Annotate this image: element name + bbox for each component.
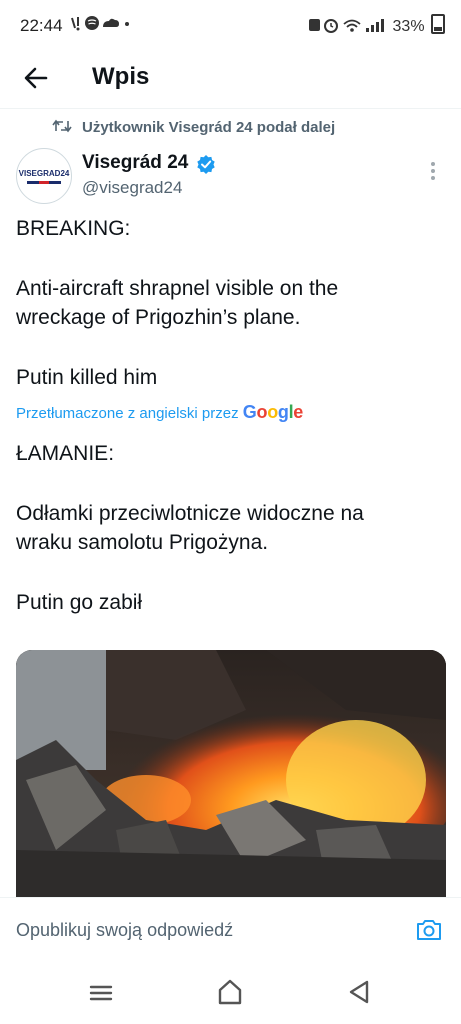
- dot: [431, 162, 435, 166]
- avatar[interactable]: VISEGRAD24: [16, 148, 72, 204]
- dot: [431, 176, 435, 180]
- battery-icon: [431, 14, 445, 34]
- home-icon: [218, 979, 242, 1005]
- reply-input[interactable]: Opublikuj swoją odpowiedź: [16, 920, 233, 941]
- camera-button[interactable]: [415, 916, 443, 944]
- back-button[interactable]: [18, 60, 54, 96]
- recent-apps-button[interactable]: [88, 981, 114, 1005]
- menu-icon: [89, 985, 113, 1001]
- page-title: Wpis: [92, 63, 150, 90]
- post-text-breaking: BREAKING:: [16, 217, 131, 240]
- author-handle[interactable]: @visegrad24: [82, 178, 182, 198]
- top-bar: Wpis: [0, 50, 461, 109]
- system-back-button[interactable]: [345, 977, 373, 1007]
- post-translation-line: Odłamki przeciwlotnicze widoczne na: [16, 502, 364, 525]
- post-translation-line: ŁAMANIE:: [16, 442, 115, 465]
- translation-attribution[interactable]: Przetłumaczone z angielski przez Google: [16, 402, 303, 423]
- post-translation-line: Putin go zabił: [16, 591, 143, 614]
- repost-icon: [52, 119, 74, 136]
- more-options-button[interactable]: [426, 160, 440, 184]
- avatar-label: VISEGRAD24: [18, 169, 70, 178]
- system-nav-bar: [0, 967, 461, 1024]
- arrow-left-icon: [24, 67, 48, 89]
- post-text-line: wreckage of Prigozhin’s plane.: [16, 306, 301, 329]
- author-name[interactable]: Visegrád 24: [82, 152, 188, 174]
- translation-label: Przetłumaczone z angielski przez: [16, 405, 239, 422]
- status-bar: 22:44 33%: [0, 0, 461, 50]
- post-text-line: Anti-aircraft shrapnel visible on the: [16, 277, 339, 300]
- avatar-stripe-red: [39, 181, 49, 184]
- notification-icons: [70, 14, 132, 36]
- verified-badge-icon: [196, 154, 216, 174]
- repost-text: Użytkownik Visegrád 24 podał dalej: [82, 119, 336, 136]
- status-time: 22:44: [20, 16, 63, 35]
- camera-icon: [417, 920, 441, 940]
- reply-bar: Opublikuj swoją odpowiedź: [0, 897, 461, 968]
- google-logo: Google: [242, 402, 304, 422]
- notification-icon: [71, 16, 129, 31]
- system-icons: [309, 19, 385, 33]
- dot: [431, 169, 435, 173]
- triangle-back-icon: [349, 980, 369, 1004]
- repost-indicator[interactable]: Użytkownik Visegrád 24 podał dalej: [52, 119, 335, 136]
- status-right: 33%: [308, 14, 445, 36]
- wreckage-fire-image: [16, 650, 446, 900]
- battery-percent: 33%: [392, 18, 425, 35]
- home-button[interactable]: [216, 977, 244, 1007]
- post-text-line: Putin killed him: [16, 366, 158, 389]
- post-translation-line: wraku samolotu Prigożyna.: [16, 531, 269, 554]
- post-media-image[interactable]: [16, 650, 446, 900]
